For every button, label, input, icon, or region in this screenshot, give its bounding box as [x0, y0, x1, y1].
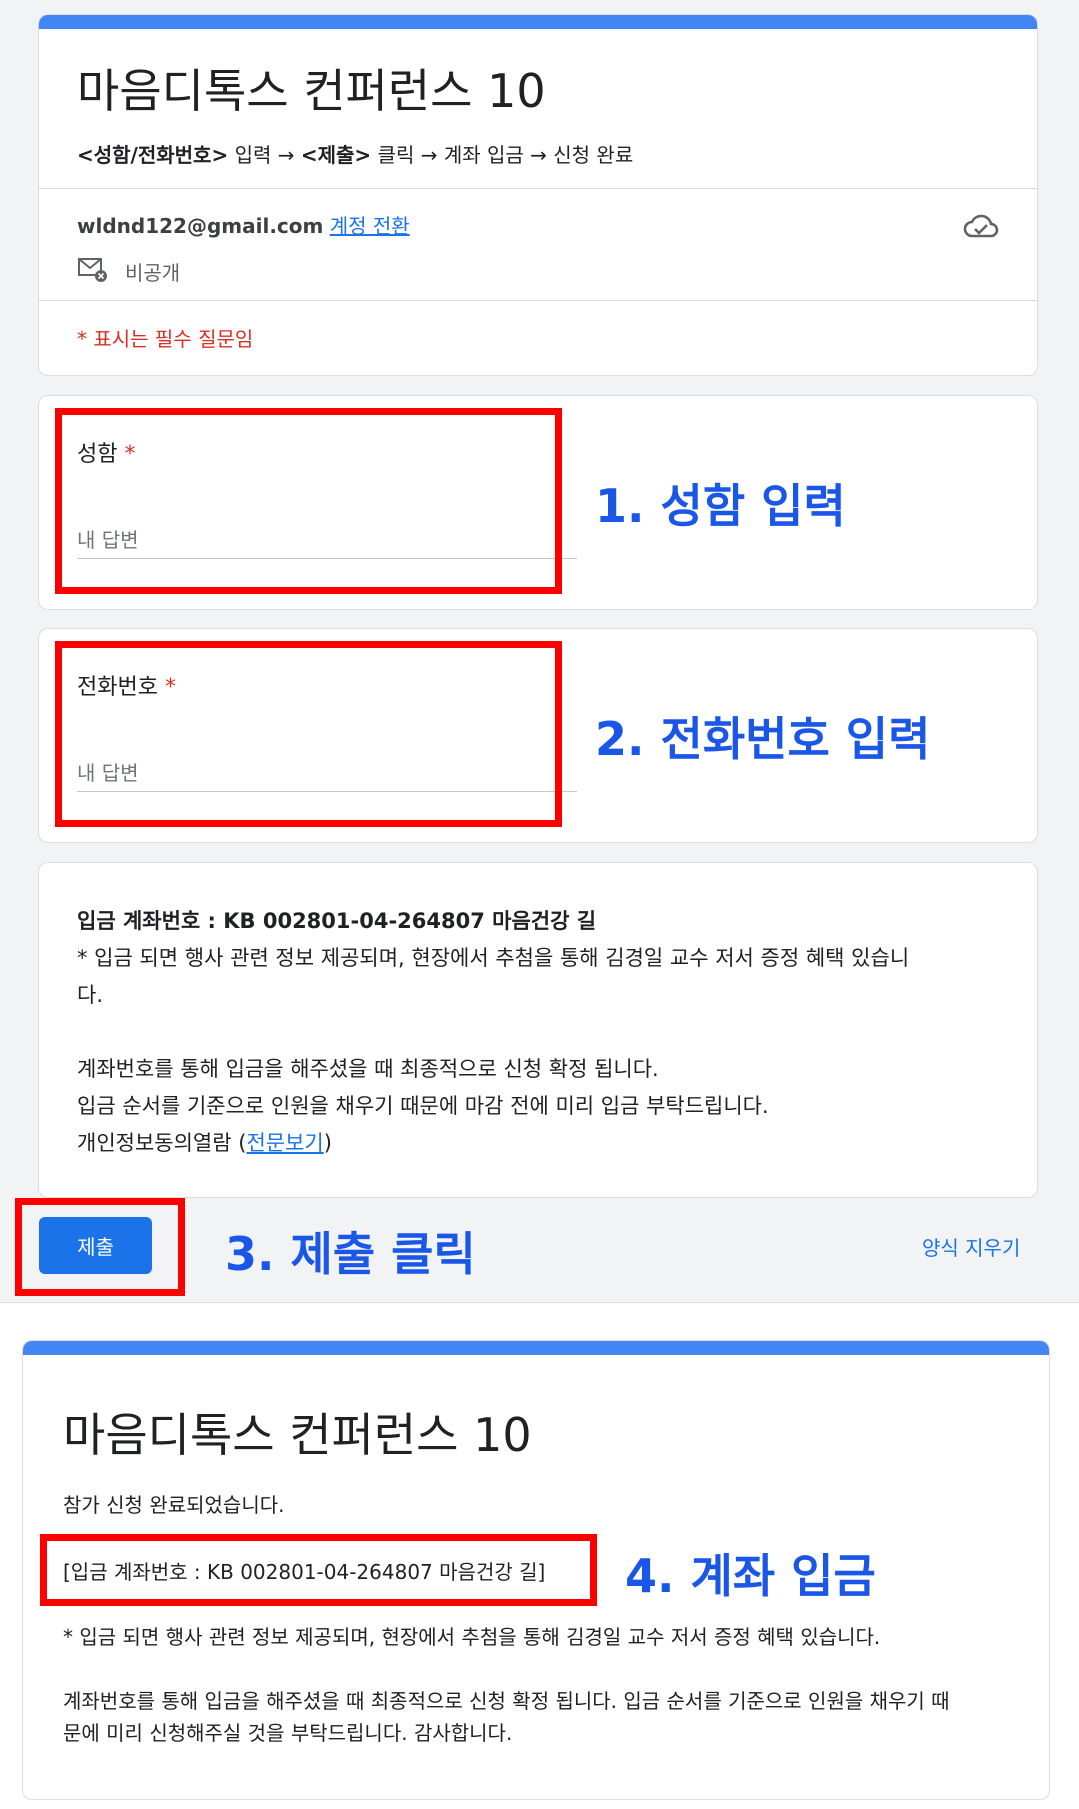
info-benefit-line-2: 다.: [77, 983, 103, 1007]
privacy-prefix: 개인정보동의열람 (: [77, 1131, 247, 1155]
account-email: wldnd122@gmail.com: [77, 214, 324, 238]
callout-step1: 1. 성함 입력: [595, 479, 846, 533]
highlight-box-submit: [15, 1198, 185, 1296]
header-divider-2: [39, 300, 1037, 301]
instruction-part-name-phone: <성함/전화번호>: [77, 143, 229, 167]
highlight-box-name: [55, 408, 562, 594]
cloud-saved-icon: [963, 211, 999, 241]
account-row: wldnd122@gmail.com 계정 전환: [77, 210, 410, 239]
private-label: 비공개: [125, 261, 181, 285]
info-confirm-line: 계좌번호를 통해 입금을 해주셨을 때 최종적으로 신청 확정 됩니다.: [77, 1057, 659, 1081]
switch-account-link[interactable]: 계정 전환: [330, 214, 410, 238]
instruction-part-submit: <제출>: [300, 143, 372, 167]
privacy-suffix: ): [323, 1131, 332, 1155]
callout-step3: 3. 제출 클릭: [225, 1227, 476, 1281]
confirmation-done-text: 참가 신청 완료되었습니다.: [63, 1493, 285, 1517]
header-divider-1: [39, 188, 1037, 189]
highlight-box-account: [40, 1534, 597, 1606]
form-instruction: <성함/전화번호> 입력 → <제출> 클릭 → 계좌 입금 → 신청 완료: [77, 139, 633, 168]
callout-step4: 4. 계좌 입금: [625, 1549, 876, 1603]
confirmation-title: 마음디톡스 컨퍼런스 10: [63, 1408, 532, 1462]
clear-form-link[interactable]: 양식 지우기: [922, 1232, 1020, 1261]
confirmation-accent-bar: [23, 1341, 1049, 1355]
confirmation-confirm-line-1: 계좌번호를 통해 입금을 해주셨을 때 최종적으로 신청 확정 됩니다. 입금 …: [63, 1689, 950, 1713]
instruction-part-input: 입력 →: [228, 143, 301, 167]
confirmation-benefit-line: * 입금 되면 행사 관련 정보 제공되며, 현장에서 추첨을 통해 김경일 교…: [63, 1625, 881, 1649]
privacy-full-text-link[interactable]: 전문보기: [246, 1131, 323, 1155]
form-title: 마음디톡스 컨퍼런스 10: [77, 64, 546, 118]
form-header-accent-bar: [39, 15, 1037, 29]
instruction-part-rest: 클릭 → 계좌 입금 → 신청 완료: [371, 143, 634, 167]
info-card: 입금 계좌번호 : KB 002801-04-264807 마음건강 길 * 입…: [38, 862, 1038, 1198]
info-benefit-line-1: * 입금 되면 행사 관련 정보 제공되며, 현장에서 추첨을 통해 김경일 교…: [77, 946, 910, 970]
callout-step2: 2. 전화번호 입력: [595, 712, 931, 766]
info-order-line: 입금 순서를 기준으로 인원을 채우기 때문에 마감 전에 미리 입금 부탁드립…: [77, 1094, 769, 1118]
privacy-line: 개인정보동의열람 (전문보기): [77, 1125, 332, 1162]
confirmation-confirm-line-2: 문에 미리 신청해주실 것을 부탁드립니다. 감사합니다.: [63, 1721, 513, 1745]
required-note: * 표시는 필수 질문임: [77, 327, 254, 351]
private-mail-icon: [77, 255, 109, 285]
highlight-box-phone: [55, 641, 562, 827]
info-account-line: 입금 계좌번호 : KB 002801-04-264807 마음건강 길: [77, 909, 597, 933]
form-header-card: 마음디톡스 컨퍼런스 10 <성함/전화번호> 입력 → <제출> 클릭 → 계…: [38, 14, 1038, 376]
